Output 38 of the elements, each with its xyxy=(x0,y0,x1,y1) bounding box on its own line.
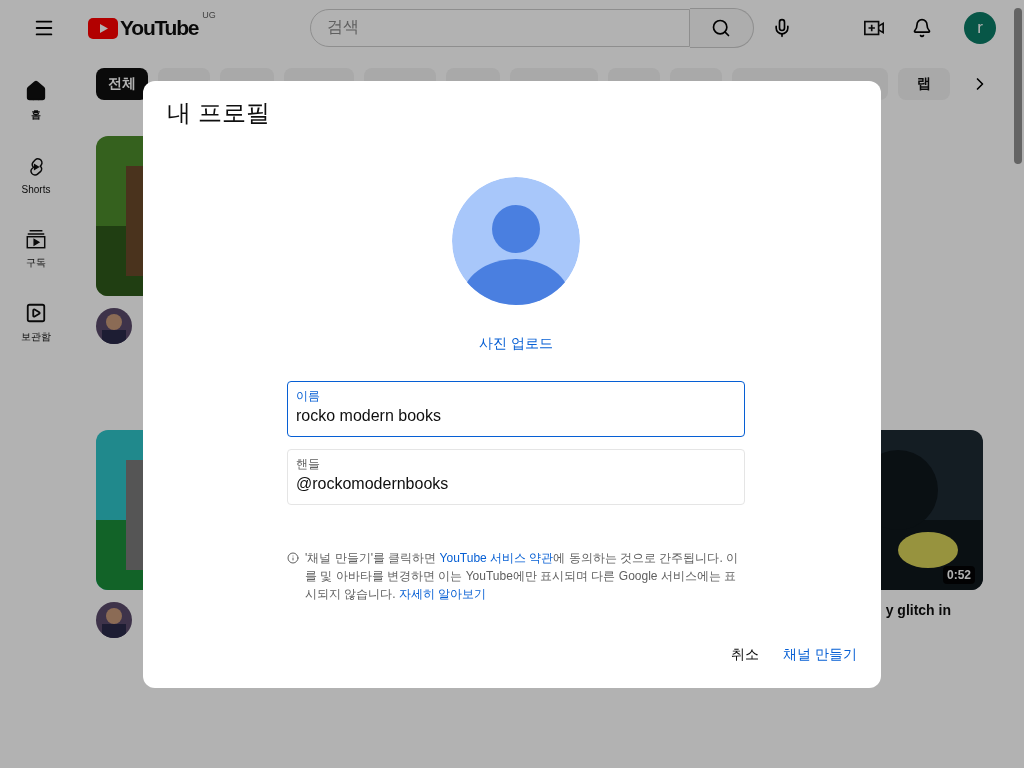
sidebar-item[interactable]: 홈 xyxy=(4,64,68,138)
text-link[interactable]: 자세히 알아보기 xyxy=(399,586,487,601)
upload-photo-link[interactable]: 사진 업로드 xyxy=(479,334,553,353)
filter-chip[interactable]: 랩 xyxy=(898,68,950,100)
logo-text[interactable]: YouTube xyxy=(120,16,199,40)
sidebar-label: 구독 xyxy=(26,256,46,270)
search-icon xyxy=(711,17,732,38)
sidebar-item[interactable]: 구독 xyxy=(4,212,68,286)
scrollbar-thumb[interactable] xyxy=(1014,8,1022,164)
filter-chip[interactable]: 전체 xyxy=(96,68,148,100)
create-channel-button[interactable]: 채널 만들기 xyxy=(775,637,865,672)
text-link[interactable]: YouTube 서비스 약관 xyxy=(439,550,554,565)
sidebar-item[interactable]: 보관함 xyxy=(4,286,68,360)
bell-icon xyxy=(912,18,932,38)
text-field[interactable]: 이름 rocko modern books xyxy=(287,380,745,437)
consent-text: '채널 만들기'를 클릭하면 YouTube 서비스 약관에 동의하는 것으로 간주됩니다. 이를 및 아바타를 변경하면 이는 YouTube에만 표시되며 다른 Google 서비스에는 표시되지 않습니다. 자세히 알아보기 xyxy=(305,549,740,603)
sidebar-label: 보관함 xyxy=(21,330,51,344)
subscriptions-icon xyxy=(25,228,47,250)
profile-placeholder-icon xyxy=(452,176,580,305)
sidebar-item[interactable]: Shorts xyxy=(4,138,68,212)
account-avatar[interactable]: r xyxy=(964,12,996,44)
video-title[interactable]: y glitch in xyxy=(885,602,951,618)
field-value: rocko modern books xyxy=(296,406,442,425)
field-value: @rockomodernbooks xyxy=(296,474,450,493)
dialog-title: 내 프로필 xyxy=(167,97,271,128)
duration-badge: 0:52 xyxy=(942,566,975,584)
play-logo-icon xyxy=(88,17,118,39)
cancel-button[interactable]: 취소 xyxy=(723,637,768,672)
library-icon xyxy=(25,302,47,324)
region-code: UG xyxy=(202,10,216,20)
sidebar-label: 홈 xyxy=(31,108,41,122)
field-label: 이름 xyxy=(296,387,321,405)
field-label: 핸들 xyxy=(296,455,321,473)
info-icon xyxy=(287,551,299,564)
home-icon xyxy=(25,80,47,102)
search-button[interactable] xyxy=(689,7,754,48)
text-field[interactable]: 핸들 @rockomodernbooks xyxy=(287,448,745,505)
sidebar-label: Shorts xyxy=(21,183,51,195)
